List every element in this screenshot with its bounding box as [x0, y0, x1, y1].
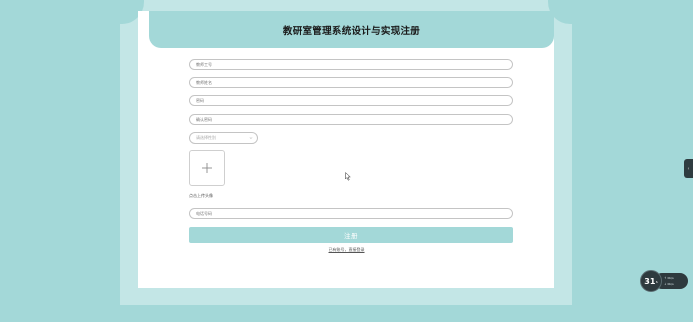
gender-select[interactable]: 请选择性别 [189, 132, 258, 144]
chevron-left-icon: ‹ [687, 165, 690, 172]
gender-select-value: 请选择性别 [196, 135, 216, 140]
widget-value: 31 [644, 276, 656, 286]
upload-hint: 点击上传头像 [189, 193, 213, 198]
phone-field[interactable] [189, 208, 513, 219]
widget-value-circle: 31 s [640, 270, 662, 292]
page-title: 教研室管理系统设计与实现注册 [282, 25, 421, 37]
avatar-upload[interactable] [189, 150, 225, 186]
download-speed-label: ↓ 0k/s [664, 282, 674, 286]
plus-icon [202, 163, 212, 173]
register-button[interactable]: 注册 [189, 227, 513, 243]
chevron-down-icon [249, 137, 253, 139]
login-link[interactable]: 已有账号，直接登录 [0, 247, 693, 253]
teacher-id-field[interactable] [189, 59, 513, 70]
screen: 教研室管理系统设计与实现注册 请选择性别 点击上传头像 注册 已有账号，直接登录… [0, 0, 693, 322]
teacher-name-field[interactable] [189, 77, 513, 88]
card-header: 教研室管理系统设计与实现注册 [149, 11, 554, 48]
network-speed-widget[interactable]: ↑ 0k/s ↓ 0k/s 31 s [640, 270, 688, 292]
upload-speed-label: ↑ 0k/s [664, 276, 674, 280]
password-field[interactable] [189, 95, 513, 106]
mouse-cursor-icon [345, 172, 351, 181]
widget-unit: s [655, 280, 658, 284]
confirm-password-field[interactable] [189, 114, 513, 125]
side-collapse-tab[interactable]: ‹ [684, 159, 693, 178]
